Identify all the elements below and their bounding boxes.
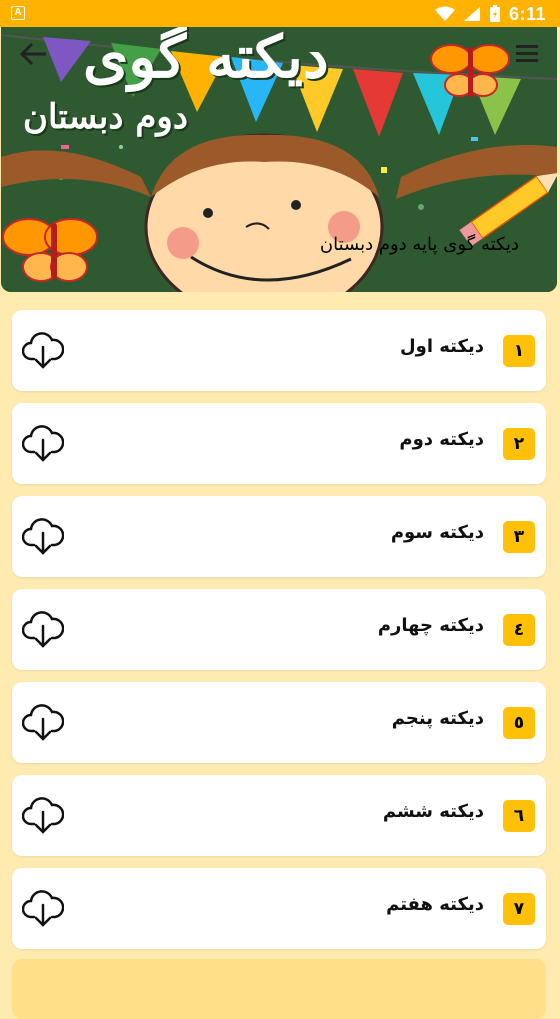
status-time: 6:11 <box>508 3 546 24</box>
item-label: دیکته ششم <box>382 801 484 822</box>
list-item[interactable]: ٥ دیکته پنجم <box>12 682 546 763</box>
item-label: دیکته دوم <box>399 429 484 450</box>
download-button[interactable] <box>21 610 65 650</box>
item-number-badge: ۷ <box>503 893 535 925</box>
dictation-list: ۱ دیکته اول ۲ دیکته دوم ۳ دیکته سوم ٤ دی… <box>12 310 546 961</box>
list-item[interactable]: ٤ دیکته چهارم <box>12 589 546 670</box>
banner-caption: دیکته گوی پایه دوم دبستان <box>319 234 519 255</box>
list-item[interactable]: ٦ دیکته ششم <box>12 775 546 856</box>
app-notification-icon: A <box>11 6 25 20</box>
list-item-partial[interactable] <box>12 959 546 1019</box>
download-button[interactable] <box>21 331 65 371</box>
item-number-badge: ٥ <box>503 707 535 739</box>
cloud-download-icon <box>21 611 65 648</box>
item-label: دیکته هفتم <box>386 894 484 915</box>
banner-subtitle: دوم دبستان <box>23 97 188 137</box>
back-button[interactable] <box>18 40 50 68</box>
cloud-download-icon <box>21 704 65 741</box>
download-button[interactable] <box>21 703 65 743</box>
cloud-download-icon <box>21 518 65 555</box>
item-number-badge: ۲ <box>503 428 535 460</box>
list-item[interactable]: ۷ دیکته هفتم <box>12 868 546 949</box>
download-button[interactable] <box>21 424 65 464</box>
download-button[interactable] <box>21 796 65 836</box>
item-number-badge: ۳ <box>503 521 535 553</box>
signal-icon <box>463 7 480 21</box>
list-item[interactable]: ۱ دیکته اول <box>12 310 546 391</box>
item-label: دیکته چهارم <box>377 615 484 636</box>
download-button[interactable] <box>21 517 65 557</box>
list-item[interactable]: ۲ دیکته دوم <box>12 403 546 484</box>
menu-icon <box>516 45 538 62</box>
status-icons: 6:11 <box>434 3 546 25</box>
cloud-download-icon <box>21 425 65 462</box>
status-bar: A 6:11 <box>0 0 560 27</box>
arrow-left-icon <box>19 42 46 66</box>
list-item[interactable]: ۳ دیکته سوم <box>12 496 546 577</box>
header-banner: دیکته گوی دوم دبستان دیکته گوی پایه دوم … <box>1 27 557 292</box>
item-number-badge: ۱ <box>503 335 535 367</box>
cloud-download-icon <box>21 332 65 369</box>
wifi-icon <box>434 6 455 21</box>
battery-icon <box>489 5 500 22</box>
download-button[interactable] <box>21 889 65 929</box>
item-number-badge: ٦ <box>503 800 535 832</box>
cloud-download-icon <box>21 890 65 927</box>
menu-button[interactable] <box>514 42 540 64</box>
banner-title: دیکته گوی <box>83 27 329 91</box>
item-label: دیکته پنجم <box>391 708 484 729</box>
item-label: دیکته اول <box>400 336 484 357</box>
item-number-badge: ٤ <box>503 614 535 646</box>
cloud-download-icon <box>21 797 65 834</box>
item-label: دیکته سوم <box>390 522 484 543</box>
